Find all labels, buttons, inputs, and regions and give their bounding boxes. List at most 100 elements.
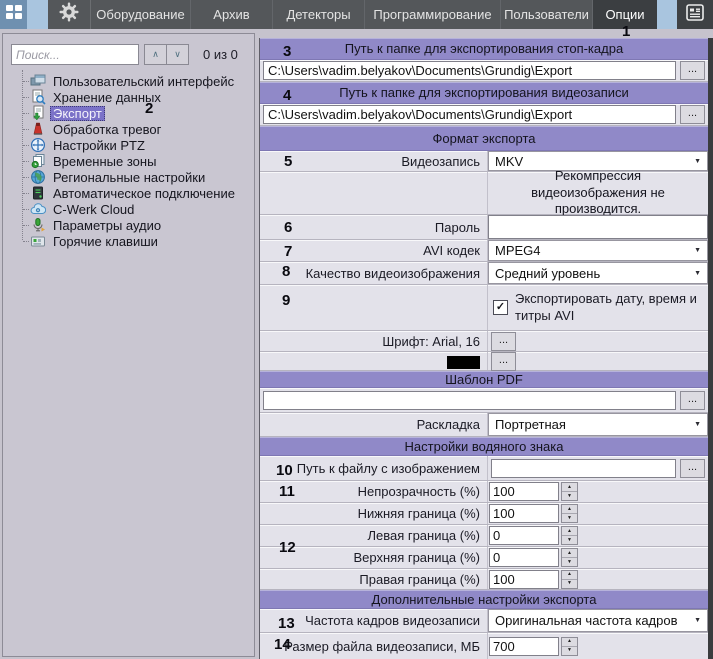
section-title: Настройки водяного знака [405,439,564,454]
watermark-image-input[interactable] [491,459,676,478]
sidebar-item-label: Параметры аудио [50,218,164,233]
time-zones-icon [30,153,46,169]
gear-icon [59,2,79,27]
tab-archive[interactable]: Архив [191,0,273,29]
sidebar-item-cwerk-cloud[interactable]: C-Werk Cloud [3,201,254,217]
ellipsis-icon: ... [688,64,697,75]
password-row: Пароль [260,215,708,240]
avi-codec-dropdown[interactable]: MPEG4 ▼ [488,240,708,261]
opacity-input[interactable] [489,482,559,501]
sidebar-item-time-zones[interactable]: Временные зоны [3,153,254,169]
settings-sidebar: ∧ ∨ 0 из 0 Пользовательский интерфейс Хр… [2,33,255,657]
search-input[interactable] [11,44,139,65]
stepper-buttons[interactable]: ▲▼ [561,482,578,501]
check-icon: ✓ [496,302,505,313]
filesize-input[interactable] [489,637,559,656]
sidebar-item-label: Горячие клавиши [50,234,161,249]
spin-down-icon: ▼ [562,492,577,500]
spin-down-icon: ▼ [562,558,577,566]
sidebar-item-regional-settings[interactable]: Региональные настройки [3,169,254,185]
dropdown-value: Портретная [495,417,566,432]
right-border-input[interactable] [489,570,559,589]
settings-button[interactable] [48,0,91,29]
pdf-template-input[interactable] [263,391,676,410]
export-titles-checkbox[interactable]: ✓ [493,300,508,315]
layout-list-icon [686,4,704,26]
sidebar-item-alarm-processing[interactable]: Обработка тревог [3,121,254,137]
annotation-7: 7 [284,244,292,259]
stepper-buttons[interactable]: ▲▼ [561,504,578,523]
app-menu-button[interactable] [0,0,27,29]
sidebar-item-data-storage[interactable]: Хранение данных [3,89,254,105]
sidebar-item-auto-connection[interactable]: Автоматическое подключение [3,185,254,201]
stepper-buttons[interactable]: ▲▼ [561,548,578,567]
storage-search-icon [30,89,46,105]
tab-users[interactable]: Пользователи [501,0,593,29]
top-border-row: Верхняя граница (%) ▲▼ [260,547,708,569]
tab-detectors[interactable]: Детекторы [273,0,365,29]
section-title: Путь к папке для экспортирования видеоза… [339,85,629,100]
sidebar-item-label: Пользовательский интерфейс [50,74,237,89]
video-browse-button[interactable]: ... [680,105,705,124]
tab-label: Оборудование [96,7,184,22]
tab-label: Архив [213,7,249,22]
watermark-browse-button[interactable]: ... [680,459,705,478]
sidebar-item-hotkeys[interactable]: Горячие клавиши [3,233,254,249]
sidebar-item-label: C-Werk Cloud [50,202,137,217]
search-next-button[interactable]: ∨ [166,44,189,65]
bottom-border-input[interactable] [489,504,559,523]
tab-equipment[interactable]: Оборудование [91,0,191,29]
section-header-pdf-template: Шаблон PDF [260,371,708,388]
section-title: Дополнительные настройки экспорта [372,592,597,607]
quality-dropdown[interactable]: Средний уровень ▼ [488,262,708,284]
stepper-buttons[interactable]: ▲▼ [561,526,578,545]
ellipsis-icon: ... [499,335,508,346]
dropdown-value: MKV [495,154,523,169]
video-path-input[interactable] [263,105,676,124]
chevron-down-icon: ▼ [694,617,701,624]
annotation-14: 14 [274,637,291,652]
sidebar-item-label: Автоматическое подключение [50,186,238,201]
left-border-input[interactable] [489,526,559,545]
layout-panel-button[interactable] [677,0,713,29]
search-row: ∧ ∨ 0 из 0 [11,44,248,65]
filesize-stepper: ▲▼ [489,637,578,656]
annotation-1: 1 [622,24,630,39]
font-browse-button[interactable]: ... [491,332,516,351]
stopframe-path-input[interactable] [263,61,676,80]
section-header-additional: Дополнительные настройки экспорта [260,590,708,609]
sidebar-item-audio-settings[interactable]: Параметры аудио [3,217,254,233]
dropdown-value: Оригинальная частота кадров [495,613,678,628]
font-label: Шрифт: Arial, 16 [260,334,487,349]
sidebar-item-user-interface[interactable]: Пользовательский интерфейс [3,73,254,89]
layout-row: Раскладка Портретная ▼ [260,413,708,437]
annotation-12: 12 [279,540,296,555]
tab-programming[interactable]: Программирование [365,0,501,29]
sidebar-item-ptz-settings[interactable]: Настройки PTZ [3,137,254,153]
ellipsis-icon: ... [688,462,697,473]
spin-up-icon: ▲ [562,527,577,536]
fps-dropdown[interactable]: Оригинальная частота кадров ▼ [488,609,708,632]
password-input[interactable] [488,215,708,239]
top-border-input[interactable] [489,548,559,567]
section-title: Шаблон PDF [445,372,523,387]
chevron-down-icon: ▼ [694,270,701,277]
stepper-buttons[interactable]: ▲▼ [561,637,578,656]
spin-down-icon: ▼ [562,647,577,655]
stepper-buttons[interactable]: ▲▼ [561,570,578,589]
pdf-browse-button[interactable]: ... [680,391,705,410]
layout-dropdown[interactable]: Портретная ▼ [488,413,708,436]
fps-row: Частота кадров видеозаписи Оригинальная … [260,609,708,633]
stopframe-browse-button[interactable]: ... [680,61,705,80]
ptz-crosshair-icon [30,137,46,153]
quality-row: Качество видеоизображения Средний уровен… [260,262,708,285]
sidebar-item-export[interactable]: Экспорт [3,105,254,121]
ellipsis-icon: ... [688,108,697,119]
keyboard-icon [30,233,46,249]
search-prev-button[interactable]: ∧ [144,44,167,65]
sidebar-item-label: Экспорт [50,106,105,121]
cloud-icon [30,201,46,217]
color-browse-button[interactable]: ... [491,352,516,371]
bottom-border-stepper: ▲▼ [489,504,578,523]
annotation-13: 13 [278,616,295,631]
